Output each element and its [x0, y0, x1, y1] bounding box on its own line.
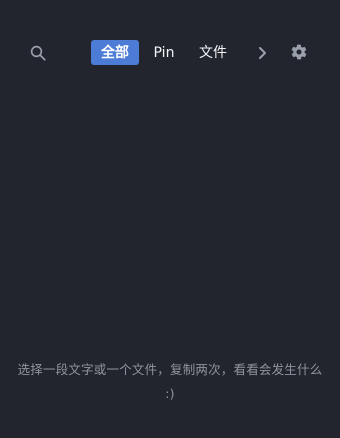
category-tabs: 全部 Pin 文件 — [91, 40, 232, 65]
gear-icon — [291, 44, 307, 60]
chevron-right-icon — [259, 47, 266, 59]
search-icon — [30, 45, 46, 61]
tab-file[interactable]: 文件 — [194, 40, 232, 65]
empty-state-line-1: 选择一段文字或一个文件，复制两次，看看会发生什么 — [17, 362, 323, 377]
empty-state-message: 选择一段文字或一个文件，复制两次，看看会发生什么 :) — [0, 358, 340, 406]
empty-state-line-2: :) — [165, 386, 175, 401]
clipboard-app-window: 全部 Pin 文件 选择一段文字或一个文件，复制两次，看看会发生什么 :) — [0, 0, 340, 438]
tab-all[interactable]: 全部 — [91, 40, 139, 65]
tab-pin[interactable]: Pin — [149, 40, 179, 65]
search-button[interactable] — [26, 41, 50, 65]
top-bar: 全部 Pin 文件 — [0, 0, 340, 104]
next-tab-button[interactable] — [252, 42, 272, 64]
settings-button[interactable] — [287, 40, 311, 64]
